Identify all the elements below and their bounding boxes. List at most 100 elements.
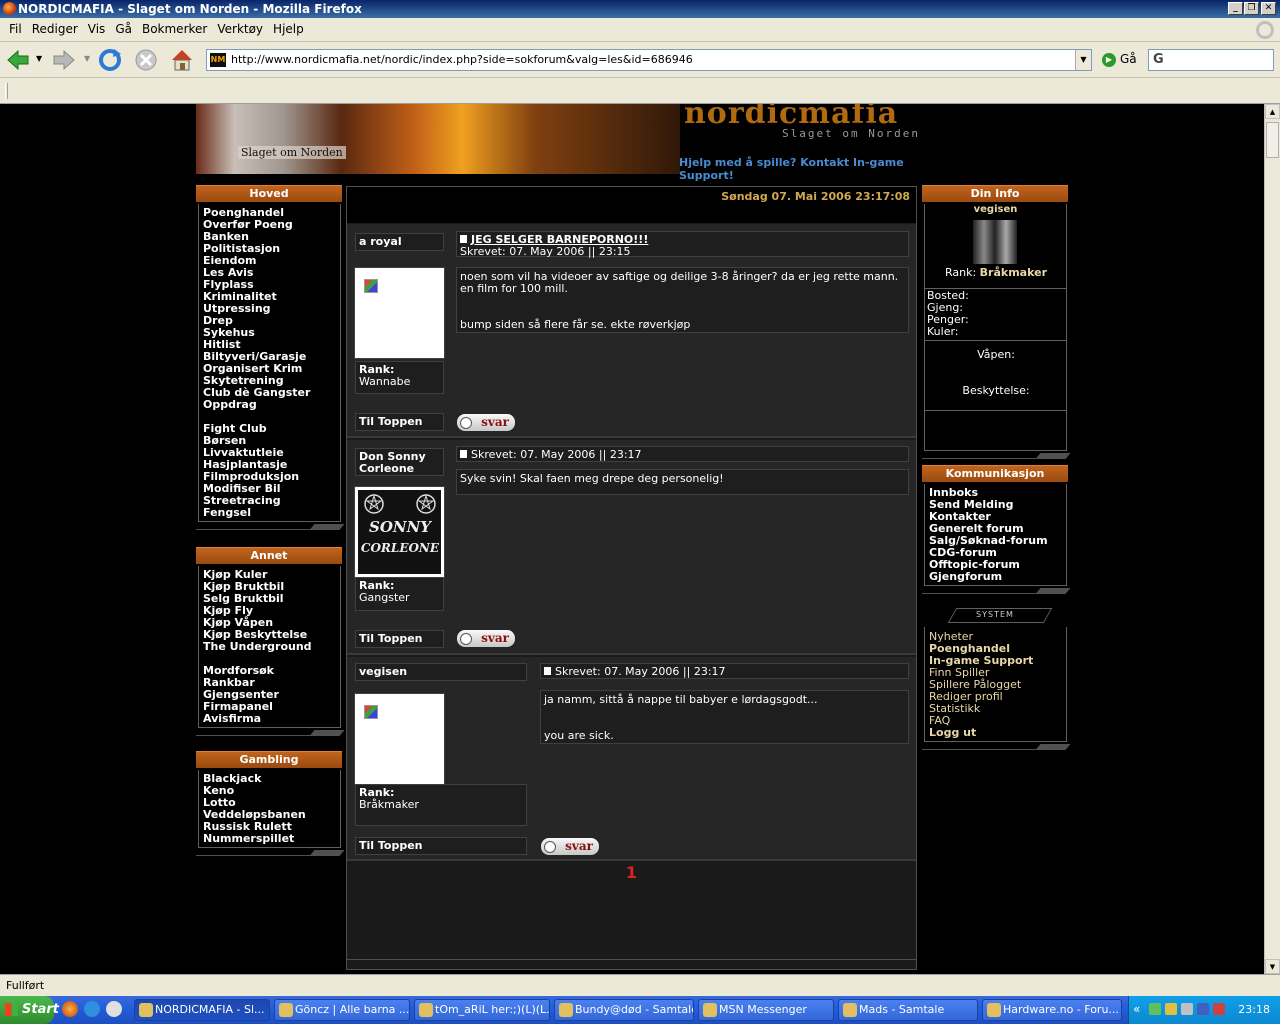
go-label: Gå xyxy=(1120,52,1137,66)
site-subtitle: Slaget om Norden xyxy=(782,127,920,140)
taskbar-button[interactable]: MSN Messenger xyxy=(698,999,834,1021)
forward-dropdown-icon[interactable]: ▼ xyxy=(84,54,90,63)
avatar xyxy=(354,693,445,785)
post-body: ja namm, sittå å nappe til babyer e lørd… xyxy=(540,690,909,744)
scroll-down-icon[interactable]: ▼ xyxy=(1265,959,1280,974)
bookmarks-toolbar xyxy=(0,78,1280,104)
menu-item-nummerspillet[interactable]: Nummerspillet xyxy=(203,833,336,845)
antivirus-icon[interactable] xyxy=(1213,1003,1225,1015)
menu-item-oppdrag[interactable]: Oppdrag xyxy=(203,399,336,411)
taskbar-button[interactable]: Hardware.no - Foru... xyxy=(982,999,1122,1021)
reply-button[interactable]: svar xyxy=(457,630,515,647)
forward-icon[interactable] xyxy=(50,46,78,74)
avatar: SONNY CORLEONE xyxy=(354,486,445,578)
back-dropdown-icon[interactable]: ▼ xyxy=(36,54,42,63)
task-app-icon xyxy=(279,1003,293,1017)
scroll-thumb[interactable] xyxy=(1266,122,1279,158)
post-header: Skrevet: 07. May 2006 || 23:17 xyxy=(456,446,909,462)
minimize-button[interactable]: _ xyxy=(1228,2,1243,15)
url-text: http://www.nordicmafia.net/nordic/index.… xyxy=(231,53,693,66)
ie-quicklaunch-icon[interactable] xyxy=(84,1001,100,1017)
system-item-logg-ut[interactable]: Logg ut xyxy=(929,727,1062,739)
stop-icon[interactable] xyxy=(132,46,160,74)
security-icon[interactable] xyxy=(1197,1003,1209,1015)
url-bar[interactable]: NM http://www.nordicmafia.net/nordic/ind… xyxy=(206,49,1092,71)
network-icon[interactable] xyxy=(1149,1003,1161,1015)
go-icon: ▶ xyxy=(1102,52,1116,67)
post-author[interactable]: vegisen xyxy=(355,663,527,681)
media-player-quicklaunch-icon[interactable] xyxy=(106,1001,122,1017)
user-name[interactable]: vegisen xyxy=(925,204,1066,215)
menu-item-gjengforum[interactable]: Gjengforum xyxy=(929,571,1062,583)
home-icon[interactable] xyxy=(168,46,196,74)
post-rank: Rank: Bråkmaker xyxy=(355,784,527,826)
menu-item-the-underground[interactable]: The Underground xyxy=(203,641,336,653)
post-date: Skrevet: 07. May 2006 || 23:15 xyxy=(460,245,631,258)
menu-go[interactable]: Gå xyxy=(114,18,133,41)
box-footer xyxy=(922,744,1068,752)
system-title: SYSTEM xyxy=(922,608,1068,622)
firefox-quicklaunch-icon[interactable] xyxy=(62,1001,78,1017)
user-rank: Rank: Bråkmaker xyxy=(925,266,1067,279)
maximize-button[interactable]: ❐ xyxy=(1244,2,1259,15)
menu-bookmarks[interactable]: Bokmerker xyxy=(141,18,208,41)
menu-view[interactable]: Vis xyxy=(87,18,107,41)
document-icon xyxy=(544,667,551,675)
taskbar-button[interactable]: Bundy@død - Samtale xyxy=(554,999,694,1021)
forum-post: vegisen Rank: Bråkmaker Til Toppen svar S… xyxy=(347,657,916,861)
protection-label: Beskyttelse: xyxy=(962,384,1030,397)
box-footer xyxy=(196,524,342,532)
volume-icon[interactable] xyxy=(1181,1003,1193,1015)
window-title: NORDICMAFIA - Slaget om Norden - Mozilla… xyxy=(18,2,362,16)
reply-button[interactable]: svar xyxy=(541,838,599,855)
scroll-up-icon[interactable]: ▲ xyxy=(1265,104,1280,119)
task-app-icon xyxy=(987,1003,1001,1017)
divider xyxy=(925,340,1067,341)
url-dropdown-icon[interactable]: ▼ xyxy=(1075,50,1091,70)
page-content: Slaget om Norden nordicmafia Slaget om N… xyxy=(0,104,1264,974)
to-top-link[interactable]: Til Toppen xyxy=(355,837,527,855)
menu-item-fengsel[interactable]: Fengsel xyxy=(203,507,336,519)
menu-tools[interactable]: Verktøy xyxy=(216,18,264,41)
navigation-toolbar: ▼ ▼ NM http://www.nordicmafia.net/nordic… xyxy=(0,42,1280,78)
toolbar-grip[interactable] xyxy=(5,83,8,99)
rank-value: Gangster xyxy=(359,591,410,604)
to-top-link[interactable]: Til Toppen xyxy=(355,630,444,648)
to-top-link[interactable]: Til Toppen xyxy=(355,413,444,431)
taskbar-button[interactable]: Mads - Samtale xyxy=(838,999,978,1021)
document-icon xyxy=(460,235,467,243)
taskbar-button[interactable]: NORDICMAFIA - Sl... xyxy=(134,999,270,1021)
msn-icon[interactable] xyxy=(1165,1003,1177,1015)
post-author[interactable]: Don Sonny Corleone xyxy=(355,448,444,476)
search-input[interactable]: G xyxy=(1148,49,1274,71)
go-button[interactable]: ▶ Gå xyxy=(1102,52,1137,67)
task-app-icon xyxy=(139,1003,153,1017)
broken-image-icon xyxy=(364,279,378,293)
rank-value: Bråkmaker xyxy=(979,266,1048,279)
menu-file[interactable]: Fil xyxy=(8,18,23,41)
box-footer xyxy=(196,730,342,738)
menu-edit[interactable]: Rediger xyxy=(31,18,79,41)
start-button[interactable]: Start xyxy=(0,996,59,1024)
tray-expand-icon[interactable]: « xyxy=(1133,1002,1140,1016)
post-body: Syke svin! Skal faen meg drepe deg perso… xyxy=(456,469,909,495)
menu-gambling-list: Blackjack Keno Lotto Veddeløpsbanen Russisk … xyxy=(198,770,341,848)
user-field-label: Kuler: xyxy=(927,325,959,338)
reload-icon[interactable] xyxy=(96,46,124,74)
menu-annet-list: Kjøp Kuler Kjøp Bruktbil Selg Bruktbil Kjøp… xyxy=(198,566,341,728)
taskbar-button[interactable]: tOm_aRiL her:;)(L)(L... xyxy=(414,999,550,1021)
site-favicon: NM xyxy=(210,53,226,67)
sonny-corleone-avatar: SONNY CORLEONE xyxy=(361,494,440,555)
post-author[interactable]: a royal xyxy=(355,233,444,251)
vertical-scrollbar[interactable]: ▲ ▼ xyxy=(1264,104,1280,974)
close-button[interactable]: ✕ xyxy=(1261,2,1276,15)
taskbar-button[interactable]: Göncz | Alle barna ... xyxy=(274,999,410,1021)
back-icon[interactable] xyxy=(4,46,32,74)
google-icon: G xyxy=(1153,52,1164,67)
reply-button[interactable]: svar xyxy=(457,414,515,431)
page-number[interactable]: 1 xyxy=(347,863,916,882)
menu-annet-title: Annet xyxy=(196,547,342,564)
menu-help[interactable]: Hjelp xyxy=(272,18,305,41)
menu-item-avisfirma[interactable]: Avisfirma xyxy=(203,713,336,725)
help-link[interactable]: Hjelp med å spille? Kontakt In-game Supp… xyxy=(679,156,952,182)
